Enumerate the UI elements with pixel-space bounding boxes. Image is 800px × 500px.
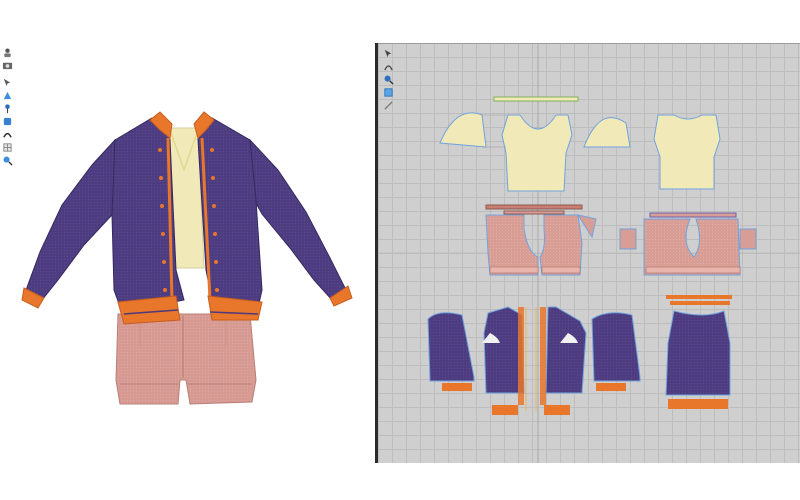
shorts-front-piece[interactable] [485, 214, 539, 276]
top-left-armhole-piece[interactable] [439, 112, 487, 148]
jacket-back-piece[interactable] [665, 310, 731, 396]
pattern-canvas[interactable] [378, 43, 800, 463]
top-front-piece[interactable] [501, 114, 573, 192]
jacket-left-sleeve-piece[interactable] [427, 312, 475, 382]
top-back-piece[interactable] [653, 114, 721, 190]
shorts-front-piece-right[interactable] [539, 214, 583, 276]
shorts-3d[interactable] [115, 313, 257, 405]
top-pattern-group[interactable] [439, 96, 721, 192]
shorts-pattern-group[interactable] [485, 204, 757, 276]
garment-3d-render[interactable] [0, 0, 372, 464]
jacket-right-sleeve-piece[interactable] [591, 312, 641, 382]
jacket-right-front-piece[interactable] [545, 306, 587, 394]
garment-editor [0, 0, 800, 500]
shorts-back-piece[interactable] [643, 218, 741, 276]
top-right-armhole-piece[interactable] [583, 117, 631, 148]
jacket-pattern-group[interactable] [427, 295, 732, 415]
